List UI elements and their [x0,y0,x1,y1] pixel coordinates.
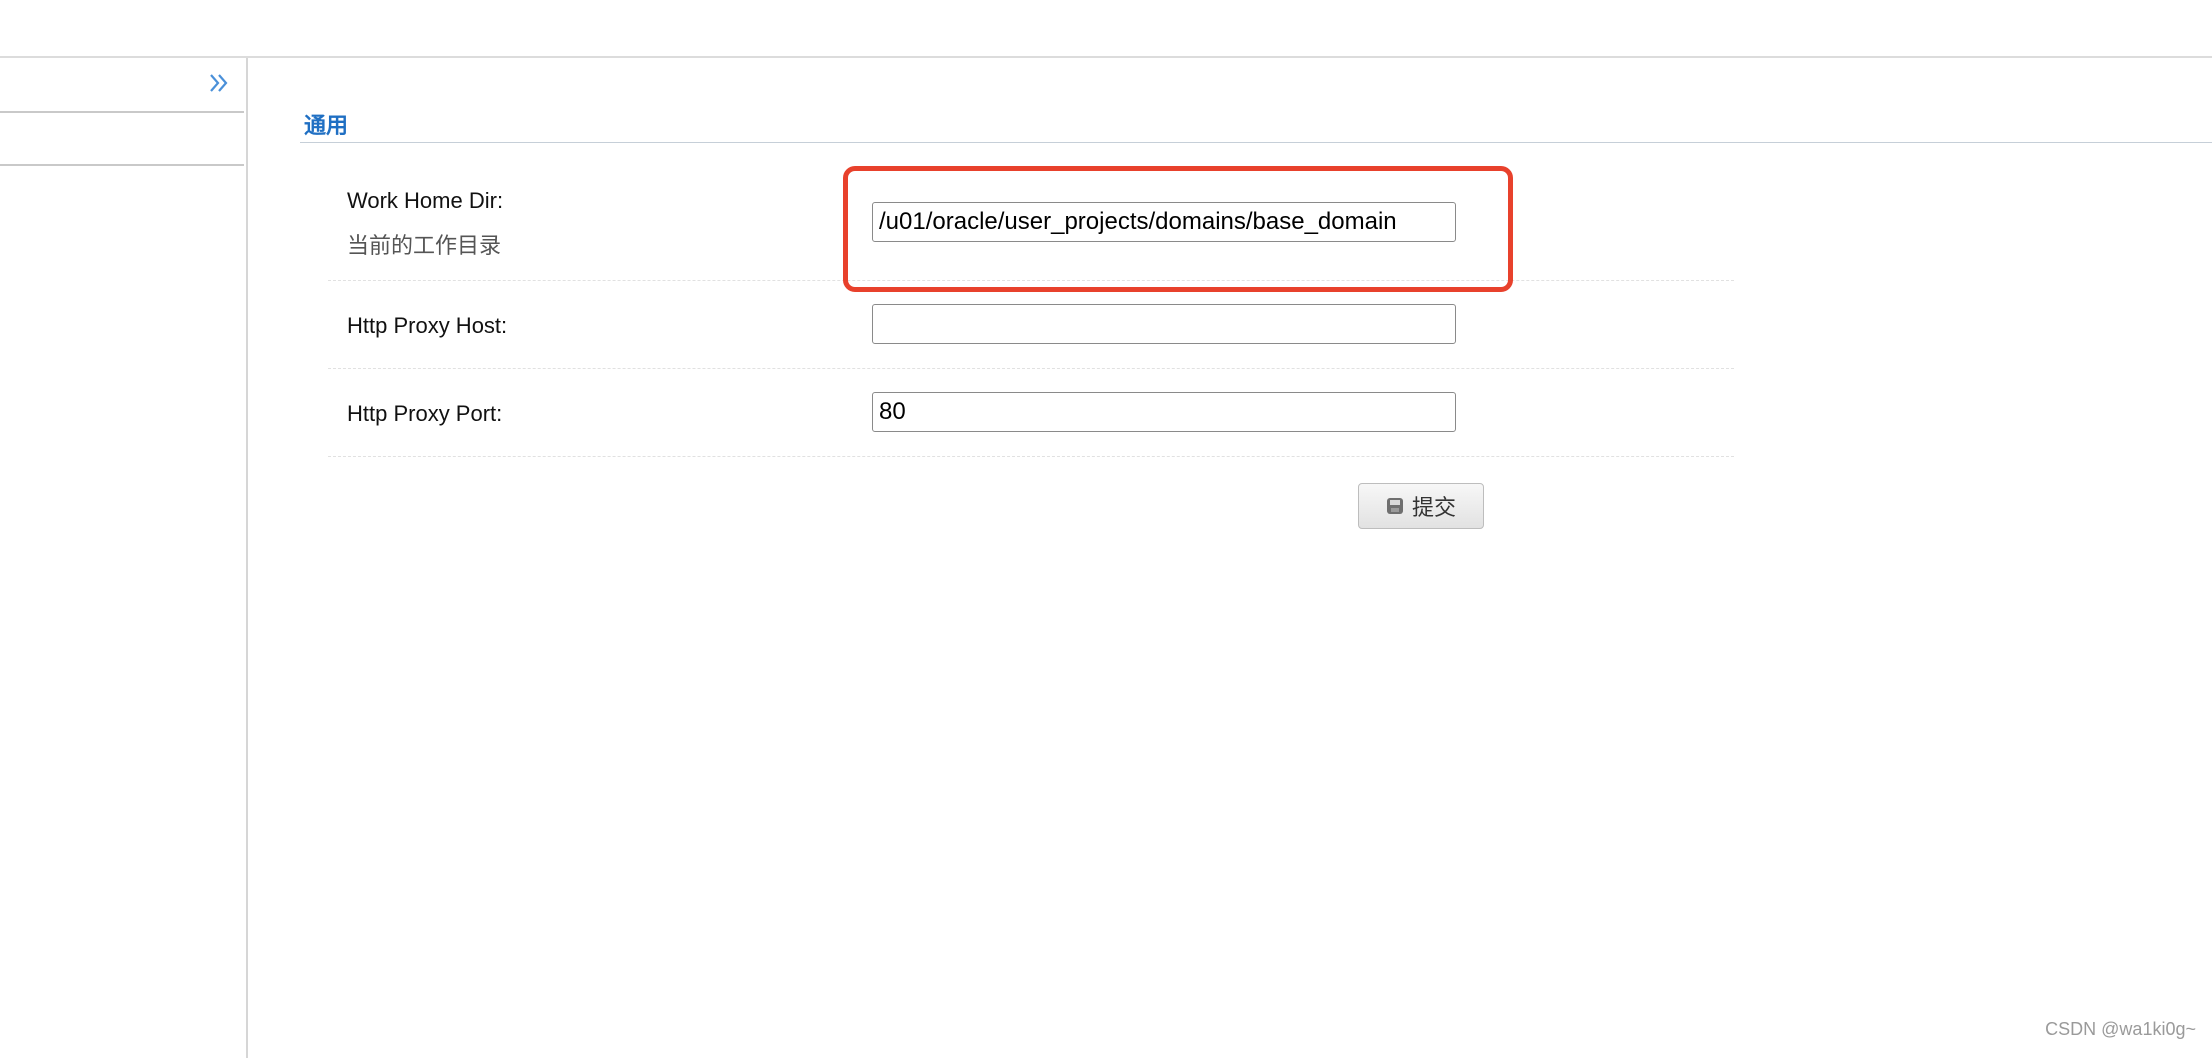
submit-button[interactable]: 提交 [1358,483,1484,529]
sidebar-header [0,58,244,113]
top-bar [0,0,2212,58]
work-home-dir-label: Work Home Dir: [347,188,504,213]
submit-button-label: 提交 [1411,495,1456,520]
page: 通用 Work Home Dir: 当前的工作目录 Http Proxy Hos… [0,0,2212,1058]
main-content: 通用 Work Home Dir: 当前的工作目录 Http Proxy Hos… [248,58,2212,1058]
http-proxy-port-label: Http Proxy Port: [347,401,503,426]
work-home-dir-description: 当前的工作目录 [347,233,502,258]
form-row-http-proxy-port: Http Proxy Port: [328,369,1734,457]
http-proxy-host-label: Http Proxy Host: [347,313,508,338]
http-proxy-port-input[interactable] [872,392,1456,432]
section-header: 通用 [300,102,2212,143]
double-chevron-right-icon[interactable] [206,70,232,96]
http-proxy-host-input[interactable] [872,304,1456,344]
save-icon [1386,497,1404,515]
watermark: CSDN @wa1ki0g~ [2045,1019,2196,1039]
sidebar-item[interactable] [0,113,244,166]
sidebar [0,58,248,1058]
work-home-dir-input[interactable] [872,202,1456,242]
form-row-http-proxy-host: Http Proxy Host: [328,281,1734,369]
section-title: 通用 [304,113,349,138]
form-row-work-home-dir: Work Home Dir: 当前的工作目录 [328,162,1734,281]
